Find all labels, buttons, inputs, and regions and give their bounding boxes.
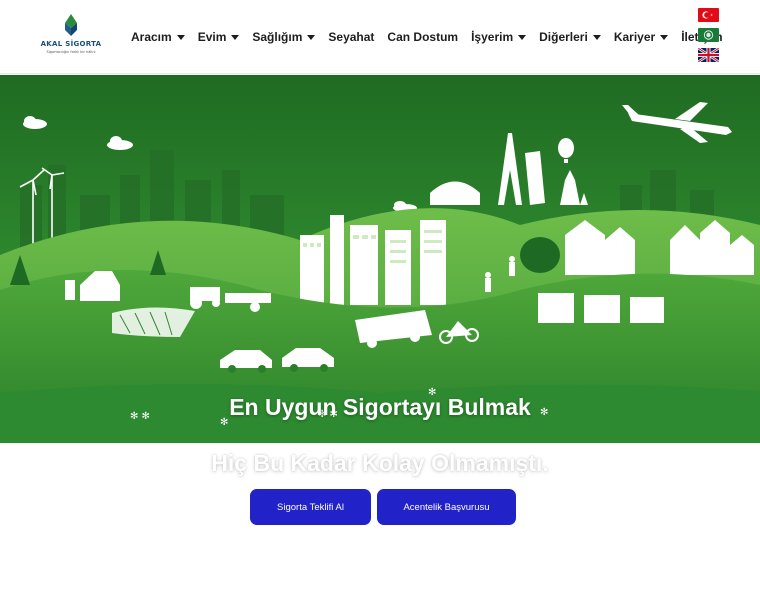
hero-banner: ✻ ✻ ✻ ✻ ✻ ✻ ✻: [0, 75, 760, 443]
saudi-arabia-flag-icon[interactable]: [698, 28, 719, 42]
turkish-flag-icon[interactable]: [698, 8, 719, 22]
akal-sigorta-logo[interactable]: AKAL SİGORTA Sigortacılığın farklı bir h…: [40, 14, 102, 60]
nav-item-label: Can Dostum: [387, 30, 459, 44]
caret-down-icon: [176, 34, 185, 40]
caret-down-icon: [660, 34, 669, 40]
agency-application-button[interactable]: Acentelik Başvurusu: [377, 489, 516, 525]
caret-down-icon: [231, 34, 240, 40]
brand-name: AKAL SİGORTA: [40, 40, 102, 48]
nav-item-label: Seyahat: [328, 30, 375, 44]
brand-slogan: Sigortacılığın farklı bir hâlini: [46, 50, 96, 54]
nav-item-label: İşyerim: [471, 30, 514, 44]
caret-down-icon: [307, 34, 316, 40]
nav-item-can-dostum[interactable]: Can Dostum: [387, 30, 458, 44]
nav-item-sagligim[interactable]: Sağlığım: [252, 30, 316, 44]
nav-item-aracim[interactable]: Aracım: [131, 30, 185, 44]
nav-item-kariyer[interactable]: Kariyer: [613, 30, 669, 44]
get-insurance-quote-button[interactable]: Sigorta Teklifi Al: [250, 489, 371, 525]
site-header: AKAL SİGORTA Sigortacılığın farklı bir h…: [0, 0, 760, 74]
uk-flag-icon[interactable]: [698, 48, 719, 62]
caret-down-icon: [592, 34, 601, 40]
nav-item-label: Aracım: [131, 30, 172, 44]
nav-item-seyahat[interactable]: Seyahat: [328, 30, 374, 44]
logo-icon: [65, 14, 77, 36]
nav-item-digerleri[interactable]: Diğerleri: [539, 30, 601, 44]
nav-item-evim[interactable]: Evim: [198, 30, 240, 44]
nav-item-isyerim[interactable]: İşyerim: [471, 30, 527, 44]
nav-item-label: Diğerleri: [539, 30, 588, 44]
nav-item-label: Evim: [197, 30, 227, 44]
main-navigation: Aracım Evim Sağlığım Seyahat Can Dostum …: [131, 28, 736, 46]
hero-subheadline: Hiç Bu Kadar Kolay Olmamıştı.: [211, 450, 549, 476]
language-switcher: [698, 8, 720, 68]
hero-illustration: ✻ ✻ ✻ ✻ ✻ ✻ ✻: [0, 75, 760, 443]
nav-item-label: Kariyer: [613, 30, 656, 44]
hero-headline: En Uygun Sigortayı Bulmak: [229, 394, 531, 420]
nav-item-label: Sağlığım: [252, 30, 303, 44]
caret-down-icon: [518, 34, 527, 40]
